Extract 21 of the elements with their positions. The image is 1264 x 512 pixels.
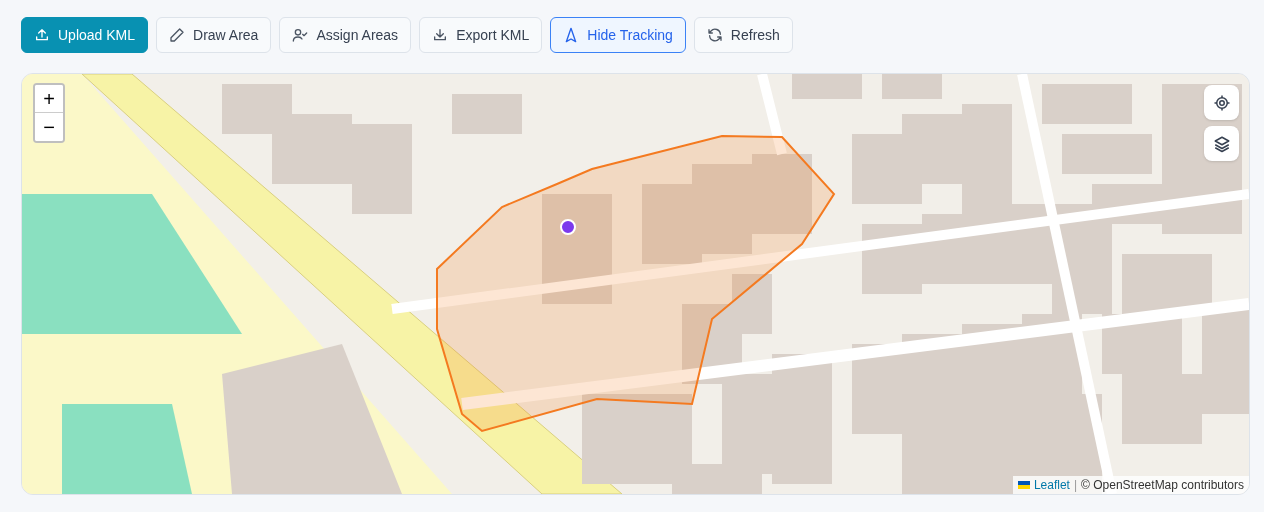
refresh-icon [706, 27, 723, 43]
toolbar-button[interactable]: Hide Tracking [550, 17, 686, 53]
crosshair-icon [1212, 93, 1231, 112]
zoom-in-button[interactable]: + [35, 85, 63, 113]
toolbar-button[interactable]: Refresh [693, 17, 793, 53]
upload-icon [34, 27, 50, 43]
user-check-icon [292, 27, 309, 43]
layers-button[interactable] [1204, 126, 1239, 161]
flag-icon [1017, 481, 1030, 489]
layers-icon [1212, 134, 1231, 153]
attribution-text: © OpenStreetMap contributors [1081, 477, 1244, 494]
toolbar-button[interactable]: Upload KML [21, 17, 149, 53]
toolbar-button[interactable]: Draw Area [156, 17, 272, 53]
locate-button[interactable] [1204, 85, 1239, 120]
download-icon [432, 27, 449, 43]
leaflet-link[interactable]: Leaflet [1033, 476, 1070, 494]
pencil-icon [169, 27, 186, 43]
location-marker-icon[interactable] [560, 219, 576, 235]
attribution-separator: | [1073, 477, 1078, 494]
toolbar-button[interactable]: Export KML [419, 17, 543, 53]
toolbar-button[interactable]: Assign Areas [279, 17, 412, 53]
